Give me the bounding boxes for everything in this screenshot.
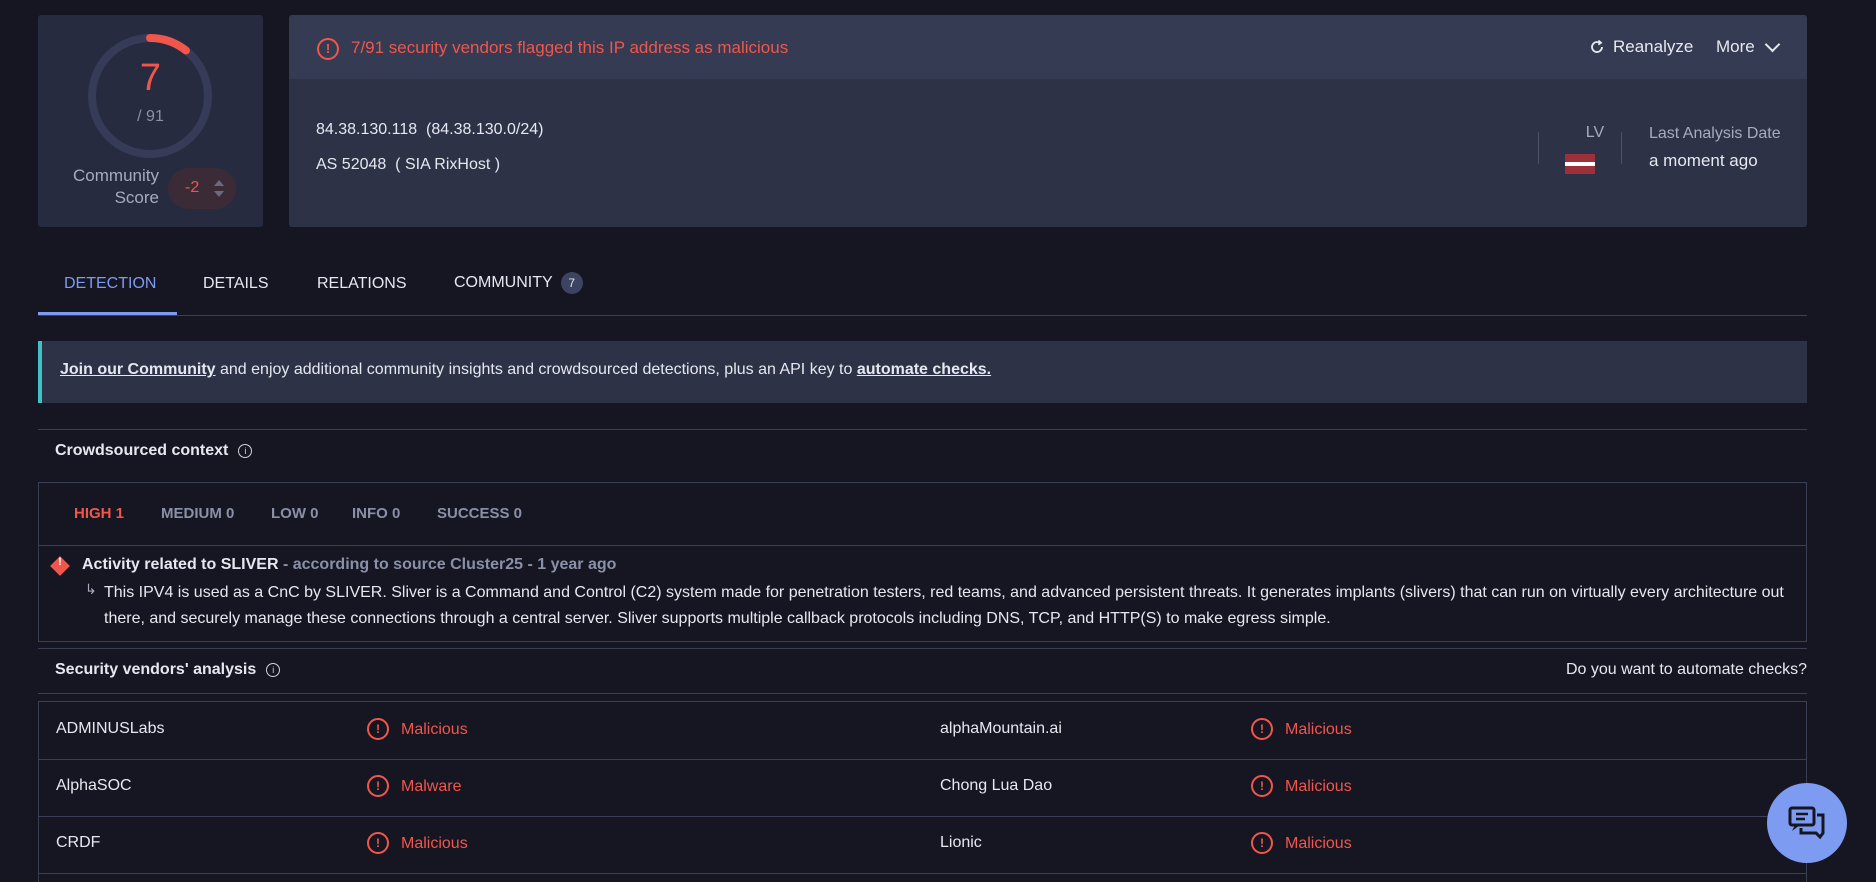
crowdsourced-context-panel: HIGH 1 MEDIUM 0 LOW 0 INFO 0 SUCCESS 0 !…: [38, 482, 1807, 642]
vendor-name: CRDF: [56, 834, 101, 851]
divider: [38, 648, 1807, 649]
detection-score-card: 7 / 91 Community Score -2: [38, 15, 263, 227]
vendor-name: Lionic: [940, 834, 982, 851]
divider: [39, 545, 1806, 546]
filter-high[interactable]: HIGH 1: [74, 505, 124, 522]
vendor-verdict: ! Malicious: [1251, 775, 1352, 797]
chevron-down-icon: [1764, 36, 1781, 53]
reanalyze-label: Reanalyze: [1613, 37, 1694, 56]
divider: [38, 429, 1807, 430]
activity-description: This IPV4 is used as a CnC by SLIVER. Sl…: [104, 584, 1784, 627]
automate-checks-question[interactable]: Do you want to automate checks?: [1566, 661, 1807, 679]
chat-button[interactable]: [1767, 783, 1847, 863]
community-count-badge: 7: [560, 272, 583, 294]
vendor-verdict: ! Malicious: [1251, 718, 1352, 740]
divider: [38, 693, 1807, 694]
country-code: LV: [1585, 124, 1605, 141]
more-dropdown[interactable]: More: [1716, 36, 1781, 57]
community-score-label: Community Score: [73, 166, 159, 207]
tab-relations[interactable]: RELATIONS: [317, 275, 407, 293]
alert-icon: !: [1251, 718, 1273, 740]
as-owner[interactable]: AS 52048 ( SIA RixHost ): [316, 156, 500, 174]
divider: [1621, 132, 1622, 164]
score-down-icon[interactable]: [214, 191, 224, 197]
community-score-stepper[interactable]: -2: [168, 168, 236, 209]
score-up-icon[interactable]: [214, 180, 224, 186]
refresh-icon: [1591, 39, 1603, 53]
malicious-banner-text: 7/91 security vendors flagged this IP ad…: [351, 38, 789, 57]
alert-icon: !: [1251, 775, 1273, 797]
last-analysis-value: a moment ago: [1649, 151, 1758, 170]
info-icon[interactable]: i: [238, 443, 253, 458]
table-row: ADMINUSLabs ! Malicious alphaMountain.ai …: [39, 702, 1806, 760]
vendor-name: Chong Lua Dao: [940, 777, 1053, 794]
detection-total: / 91: [137, 108, 164, 125]
more-label: More: [1716, 37, 1755, 56]
ip-address[interactable]: 84.38.130.118 (84.38.130.0/24): [316, 121, 543, 139]
join-community-text: Join our Community and enjoy additional …: [60, 361, 992, 378]
security-vendors-title: Security vendors' analysis i: [55, 661, 281, 679]
alert-icon: !: [367, 775, 389, 797]
chat-icon: [1788, 806, 1825, 840]
alert-icon: !: [1251, 832, 1273, 854]
filter-medium[interactable]: MEDIUM 0: [161, 505, 234, 522]
vendor-name: AlphaSOC: [56, 777, 132, 794]
vendor-verdict: ! Malicious: [367, 832, 468, 854]
filter-low[interactable]: LOW 0: [271, 505, 319, 522]
table-row: AlphaSOC ! Malware Chong Lua Dao ! Malicio…: [39, 759, 1806, 817]
info-icon[interactable]: i: [266, 662, 281, 677]
high-severity-mark: !: [58, 556, 62, 568]
filter-success[interactable]: SUCCESS 0: [437, 505, 522, 522]
vendor-name: ADMINUSLabs: [56, 720, 165, 737]
main-tabs: DETECTION DETAILS RELATIONS COMMUNITY 7: [38, 255, 1807, 316]
latvia-flag-icon: [1565, 154, 1595, 174]
tab-community[interactable]: COMMUNITY 7: [454, 272, 583, 294]
tab-community-label: COMMUNITY: [454, 274, 553, 292]
alert-icon: !: [367, 718, 389, 740]
community-score-value: -2: [185, 179, 200, 196]
sub-arrow-icon: ↳: [85, 581, 97, 597]
activity-title[interactable]: Activity related to SLIVER: [82, 556, 279, 573]
reanalyze-button[interactable]: Reanalyze: [1589, 37, 1693, 57]
automate-checks-link[interactable]: automate checks.: [857, 361, 991, 378]
tab-details[interactable]: DETAILS: [203, 275, 269, 293]
vendor-verdict: ! Malicious: [367, 718, 468, 740]
alert-icon: !: [367, 832, 389, 854]
ip-info-card: ! 7/91 security vendors flagged this IP …: [289, 15, 1807, 227]
malicious-banner: ! 7/91 security vendors flagged this IP …: [289, 15, 1807, 79]
active-tab-indicator: [38, 312, 177, 315]
vendor-verdict: ! Malicious: [1251, 832, 1352, 854]
activity-source: - according to source Cluster25 - 1 year…: [278, 556, 617, 573]
divider: [1538, 132, 1539, 164]
filter-info[interactable]: INFO 0: [352, 505, 400, 522]
join-community-link[interactable]: Join our Community: [60, 361, 216, 378]
activity-heading: Activity related to SLIVER - according t…: [82, 556, 616, 574]
vendor-verdict: ! Malware: [367, 775, 461, 797]
table-row: CRDF ! Malicious Lionic ! Malicious: [39, 816, 1806, 874]
alert-icon: !: [317, 38, 339, 60]
detection-count: 7: [139, 57, 162, 99]
last-analysis-label: Last Analysis Date: [1649, 125, 1781, 142]
vendors-table: ADMINUSLabs ! Malicious alphaMountain.ai …: [38, 701, 1807, 882]
crowdsourced-context-title: Crowdsourced context i: [55, 442, 253, 460]
join-community-banner: Join our Community and enjoy additional …: [38, 341, 1807, 403]
tab-detection[interactable]: DETECTION: [64, 275, 156, 293]
vendor-name: alphaMountain.ai: [940, 720, 1062, 737]
